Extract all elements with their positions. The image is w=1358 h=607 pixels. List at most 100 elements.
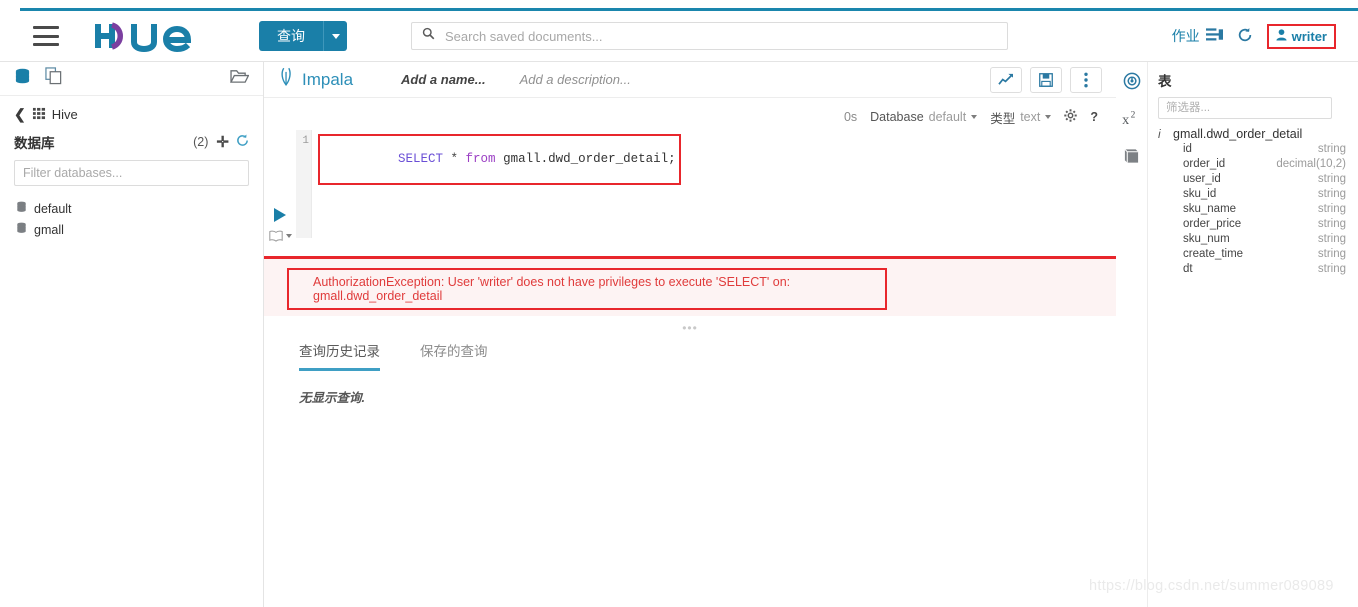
history-icon — [1237, 27, 1253, 46]
functions-icon[interactable]: x2 — [1122, 111, 1142, 132]
refresh-icon[interactable] — [236, 134, 249, 150]
editor-assist-dropdown[interactable] — [268, 230, 292, 242]
databases-count: (2) — [193, 135, 209, 149]
sql-token-operator: * — [443, 152, 466, 166]
empty-history-note: 无显示查询. — [299, 391, 365, 405]
run-query-button[interactable] — [274, 208, 286, 222]
column-type: string — [1317, 262, 1346, 275]
database-icon[interactable] — [14, 68, 31, 90]
right-rail: x2 — [1116, 62, 1148, 607]
execution-time: 0s — [843, 110, 858, 124]
column-name: id — [1183, 142, 1192, 155]
database-filter-input[interactable] — [14, 160, 249, 186]
databases-title: 数据库 — [14, 136, 55, 151]
column-row[interactable]: id string — [1158, 141, 1346, 156]
database-name: gmall — [34, 222, 64, 237]
info-icon[interactable]: i — [1158, 127, 1166, 141]
sql-token-keyword2: from — [465, 152, 496, 166]
folder-open-icon[interactable] — [229, 68, 250, 89]
database-small-icon — [16, 222, 27, 237]
sql-statement[interactable]: SELECT * from gmall.dwd_order_detail; — [318, 134, 681, 185]
user-icon — [1276, 28, 1287, 44]
column-row[interactable]: order_id decimal(10,2) — [1158, 156, 1346, 171]
query-button[interactable]: 查询 — [259, 21, 323, 51]
user-menu[interactable]: writer — [1266, 23, 1336, 49]
column-row[interactable]: dt string — [1158, 261, 1346, 276]
database-item[interactable]: default — [14, 198, 249, 219]
app-header: 查询 作业 — [0, 11, 1358, 62]
search-icon — [422, 27, 435, 45]
sql-token-keyword: SELECT — [398, 152, 444, 166]
code-line-numbers: 1 — [296, 130, 312, 238]
chevron-left-icon[interactable]: ❮ — [14, 106, 26, 123]
search-bar[interactable] — [411, 22, 1008, 50]
editor-settings-bar: 0s Database default 类型 text ? — [264, 104, 1116, 130]
database-name: default — [34, 201, 72, 216]
header-right-group: 作业 writer — [1172, 23, 1336, 49]
column-name: order_price — [1183, 217, 1242, 230]
jobs-link[interactable]: 作业 — [1172, 26, 1223, 46]
column-row[interactable]: sku_id string — [1158, 186, 1346, 201]
tables-panel-title: 表 — [1158, 74, 1172, 89]
assistant-icon[interactable] — [1123, 72, 1141, 95]
table-filter-input[interactable] — [1158, 97, 1332, 119]
column-name: sku_id — [1183, 187, 1217, 200]
type-value: text — [1020, 110, 1041, 124]
jobs-icon — [1205, 27, 1223, 45]
database-small-icon — [16, 201, 27, 216]
gear-icon[interactable] — [1064, 109, 1078, 125]
column-name: create_time — [1183, 247, 1244, 260]
jobs-label: 作业 — [1171, 28, 1200, 44]
code-editor-area: 1 SELECT * from gmall.dwd_order_detail; — [264, 130, 1116, 242]
question-mark-icon[interactable]: ? — [1090, 110, 1098, 124]
query-name-input[interactable]: Add a name... — [401, 72, 486, 87]
column-row[interactable]: sku_name string — [1158, 201, 1346, 216]
column-type: string — [1317, 202, 1346, 215]
column-row[interactable]: user_id string — [1158, 171, 1346, 186]
query-editor: Impala Add a name... Add a description..… — [264, 62, 1116, 607]
table-entry[interactable]: i gmall.dwd_order_detail — [1158, 127, 1346, 141]
tab-saved-queries[interactable]: 保存的查询 — [420, 340, 488, 371]
type-label: 类型 — [990, 111, 1016, 126]
database-label: Database — [870, 110, 924, 124]
error-message: AuthorizationException: User 'writer' do… — [313, 275, 791, 303]
column-type: string — [1317, 217, 1346, 230]
query-dropdown-caret[interactable] — [323, 21, 347, 51]
table-assist-panel: 表 i gmall.dwd_order_detail id string ord… — [1148, 62, 1358, 607]
engine-selector[interactable]: Impala — [280, 67, 353, 92]
tab-query-history[interactable]: 查询历史记录 — [299, 340, 380, 371]
more-button[interactable] — [1070, 66, 1102, 93]
breadcrumb[interactable]: ❮ Hive — [14, 106, 249, 123]
chart-button[interactable] — [990, 66, 1022, 93]
hamburger-menu-icon[interactable] — [33, 26, 59, 46]
column-name: sku_name — [1183, 202, 1237, 215]
database-item[interactable]: gmall — [14, 219, 249, 240]
left-panel-icon-bar — [0, 62, 263, 96]
history-button[interactable] — [1237, 27, 1253, 46]
book-icon[interactable] — [1123, 148, 1140, 169]
breadcrumb-source: Hive — [51, 107, 78, 122]
vertical-dots-icon — [1084, 72, 1088, 87]
user-name: writer — [1291, 28, 1327, 44]
result-tabs: 查询历史记录 保存的查询 — [264, 340, 1116, 371]
hue-editor-page: 查询 作业 — [0, 0, 1358, 607]
column-type: decimal(10,2) — [1276, 157, 1346, 170]
hue-logo[interactable] — [92, 20, 200, 52]
column-name: user_id — [1183, 172, 1221, 185]
type-selector[interactable]: 类型 text — [990, 108, 1052, 127]
column-row[interactable]: sku_num string — [1158, 231, 1346, 246]
database-list: default gmall — [14, 198, 249, 240]
hive-icon — [32, 106, 46, 123]
column-row[interactable]: create_time string — [1158, 246, 1346, 261]
query-description-input[interactable]: Add a description... — [520, 72, 631, 87]
query-button-group[interactable]: 查询 — [259, 21, 347, 51]
column-row[interactable]: order_price string — [1158, 216, 1346, 231]
panel-resize-handle[interactable]: ••• — [264, 321, 1116, 335]
search-input[interactable] — [443, 27, 997, 45]
documents-icon[interactable] — [45, 67, 63, 90]
code-body[interactable]: SELECT * from gmall.dwd_order_detail; — [312, 130, 1116, 238]
database-selector[interactable]: Database default — [870, 110, 978, 124]
plus-icon[interactable]: ✛ — [216, 133, 229, 151]
save-button[interactable] — [1030, 66, 1062, 93]
column-list: id string order_id decimal(10,2) user_id… — [1158, 141, 1346, 276]
